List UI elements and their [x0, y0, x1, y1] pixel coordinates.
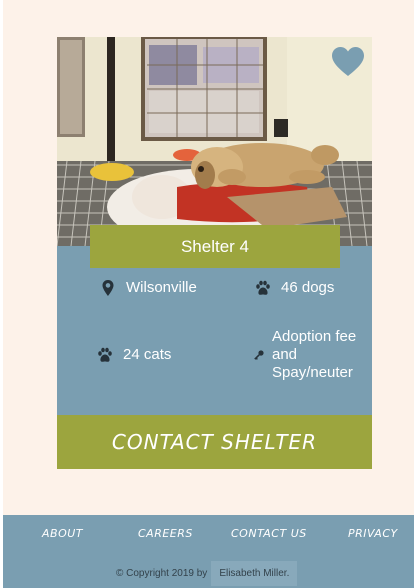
footer-link-contact-us[interactable]: CONTACT US	[231, 527, 307, 540]
heart-icon[interactable]	[332, 47, 364, 77]
contact-shelter-button[interactable]: CONTACT SHELTER	[57, 415, 372, 469]
shelter-photo	[57, 37, 372, 246]
location-text: Wilsonville	[126, 279, 197, 296]
paw-icon	[256, 280, 270, 295]
shelter-card: Shelter 4 Wilsonville 46 dogs 24 cats Ad…	[57, 37, 372, 469]
shelter-name: Shelter 4	[90, 225, 340, 268]
footer-link-privacy[interactable]: PRIVACY	[348, 527, 398, 540]
cats-count: 24 cats	[123, 346, 172, 363]
author-name: Elisabeth Miller.	[211, 561, 298, 586]
fee-text: Adoption fee and Spay/neuter	[272, 328, 357, 381]
paw-icon	[98, 347, 112, 362]
map-pin-icon	[102, 280, 114, 296]
dogs-stat: 46 dogs	[255, 279, 334, 297]
fee-stat: Adoption fee and Spay/neuter	[254, 328, 372, 382]
footer-link-careers[interactable]: CAREERS	[138, 527, 193, 540]
footer-nav: ABOUT CAREERS CONTACT US PRIVACY	[3, 527, 414, 545]
footer: ABOUT CAREERS CONTACT US PRIVACY © Copyr…	[3, 515, 414, 588]
footer-link-about[interactable]: ABOUT	[42, 527, 83, 540]
key-icon	[254, 350, 264, 360]
cats-stat: 24 cats	[97, 346, 171, 364]
dogs-count: 46 dogs	[281, 279, 335, 296]
location-stat: Wilsonville	[100, 279, 197, 297]
copyright: © Copyright 2019 by Elisabeth Miller.	[116, 561, 298, 586]
copyright-text: © Copyright 2019 by	[116, 568, 208, 579]
